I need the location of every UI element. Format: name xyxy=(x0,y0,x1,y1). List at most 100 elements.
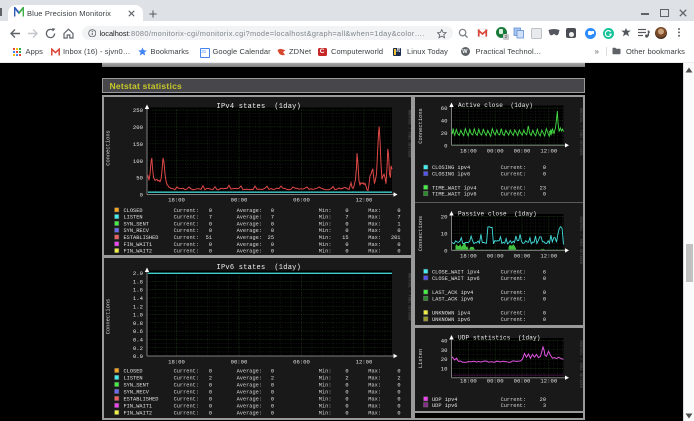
svg-text:CLOSE_WAIT ipv4: CLOSE_WAIT ipv4 xyxy=(432,269,480,275)
svg-text:RRDTOOL / TOBI OETIKER: RRDTOOL / TOBI OETIKER xyxy=(578,108,583,156)
svg-text:00:00: 00:00 xyxy=(486,377,503,384)
svg-text:SYN_RECV: SYN_RECV xyxy=(124,389,150,395)
svg-text:12:00: 12:00 xyxy=(540,377,557,384)
svg-text:UDP ipv6: UDP ipv6 xyxy=(432,402,457,408)
svg-text:Max:: Max: xyxy=(368,221,381,227)
svg-text:18:00: 18:00 xyxy=(168,196,185,203)
svg-text:0.8: 0.8 xyxy=(133,319,143,326)
svg-text:Current:: Current: xyxy=(500,172,525,178)
svg-text:0: 0 xyxy=(271,242,274,248)
svg-text:Max:: Max: xyxy=(368,228,381,234)
svg-text:0: 0 xyxy=(345,221,348,227)
svg-text:Connections: Connections xyxy=(418,215,424,251)
svg-text:10: 10 xyxy=(440,365,447,372)
svg-text:FIN_WAIT2: FIN_WAIT2 xyxy=(124,410,153,416)
svg-text:0: 0 xyxy=(397,396,400,402)
svg-text:UNKNOWN ipv4: UNKNOWN ipv4 xyxy=(432,310,470,316)
svg-text:RRDTOOL / TOBI OETIKER: RRDTOOL / TOBI OETIKER xyxy=(407,110,412,158)
svg-text:Average:: Average: xyxy=(237,375,262,381)
svg-text:0: 0 xyxy=(209,249,212,255)
svg-text:Current:: Current: xyxy=(174,215,199,221)
svg-text:LAST_ACK ipv6: LAST_ACK ipv6 xyxy=(432,296,473,302)
svg-text:0: 0 xyxy=(271,389,274,395)
svg-text:Average:: Average: xyxy=(237,249,262,255)
svg-text:Average:: Average: xyxy=(237,242,262,248)
svg-text:LISTEN: LISTEN xyxy=(124,375,143,381)
svg-text:Current:: Current: xyxy=(174,368,199,374)
svg-text:7: 7 xyxy=(209,215,212,221)
svg-text:RRDTOOL / TOBI OETIKER: RRDTOOL / TOBI OETIKER xyxy=(578,216,583,264)
svg-text:Min:: Min: xyxy=(319,221,332,227)
svg-text:3: 3 xyxy=(542,402,545,408)
svg-text:Current:: Current: xyxy=(500,275,525,281)
svg-text:SYN_SENT: SYN_SENT xyxy=(124,382,149,388)
svg-text:00:00: 00:00 xyxy=(486,147,503,154)
svg-text:0: 0 xyxy=(542,310,545,316)
svg-text:Max:: Max: xyxy=(368,389,381,395)
svg-text:2.0: 2.0 xyxy=(133,270,144,277)
svg-text:CLOSING ipv6: CLOSING ipv6 xyxy=(432,172,470,178)
svg-text:CLOSING ipv4: CLOSING ipv4 xyxy=(432,165,470,171)
svg-text:Current:: Current: xyxy=(500,165,525,171)
svg-text:0: 0 xyxy=(271,403,274,409)
svg-text:ESTABLISHED: ESTABLISHED xyxy=(124,235,159,241)
svg-text:06:00: 06:00 xyxy=(513,147,530,154)
svg-text:Average:: Average: xyxy=(237,228,262,234)
svg-text:1.6: 1.6 xyxy=(133,286,143,293)
svg-text:Current:: Current: xyxy=(174,249,199,255)
svg-text:Min:: Min: xyxy=(319,403,332,409)
svg-text:1.0: 1.0 xyxy=(133,311,144,318)
svg-text:6: 6 xyxy=(542,269,545,275)
svg-text:IPv6 states (1day): IPv6 states (1day) xyxy=(217,263,302,271)
svg-text:1: 1 xyxy=(397,221,400,227)
svg-text:0: 0 xyxy=(271,208,274,214)
svg-text:0.6: 0.6 xyxy=(133,328,143,335)
svg-text:0: 0 xyxy=(542,165,545,171)
svg-text:Current:: Current: xyxy=(174,396,199,402)
svg-text:Current:: Current: xyxy=(174,389,199,395)
svg-text:Min:: Min: xyxy=(319,249,332,255)
svg-text:0: 0 xyxy=(397,249,400,255)
svg-text:0.4: 0.4 xyxy=(133,336,144,343)
svg-text:ESTABLISHED: ESTABLISHED xyxy=(124,396,159,402)
svg-text:Current:: Current: xyxy=(174,382,199,388)
svg-text:0: 0 xyxy=(542,289,545,295)
svg-text:00:00: 00:00 xyxy=(231,358,248,365)
svg-text:Current:: Current: xyxy=(174,208,199,214)
svg-text:18:00: 18:00 xyxy=(168,358,185,365)
svg-text:Current:: Current: xyxy=(500,310,525,316)
svg-text:Current:: Current: xyxy=(174,410,199,416)
svg-text:Listen: Listen xyxy=(418,348,424,367)
svg-text:Average:: Average: xyxy=(237,396,262,402)
svg-text:0: 0 xyxy=(345,228,348,234)
svg-text:250: 250 xyxy=(133,107,144,114)
svg-text:18:00: 18:00 xyxy=(460,147,477,154)
svg-text:60: 60 xyxy=(440,105,447,112)
svg-text:RRDTOOL / TOBI OETIKER: RRDTOOL / TOBI OETIKER xyxy=(407,273,412,321)
svg-text:0: 0 xyxy=(209,221,212,227)
svg-text:0: 0 xyxy=(209,396,212,402)
svg-text:Connections: Connections xyxy=(106,130,112,166)
svg-text:0: 0 xyxy=(542,275,545,281)
svg-text:Max:: Max: xyxy=(368,382,381,388)
svg-text:06:00: 06:00 xyxy=(513,252,530,259)
svg-text:0.0: 0.0 xyxy=(133,353,144,360)
svg-text:150: 150 xyxy=(133,141,144,148)
svg-text:Current:: Current: xyxy=(174,235,199,241)
svg-text:0: 0 xyxy=(209,242,212,248)
svg-text:CLOSED: CLOSED xyxy=(124,368,143,374)
svg-text:Current:: Current: xyxy=(174,221,199,227)
svg-text:12:00: 12:00 xyxy=(540,252,557,259)
svg-text:0: 0 xyxy=(271,368,274,374)
svg-text:Min:: Min: xyxy=(319,228,332,234)
svg-text:Connections: Connections xyxy=(418,108,424,144)
svg-text:12:00: 12:00 xyxy=(540,147,557,154)
svg-text:30: 30 xyxy=(440,346,447,353)
svg-text:Max:: Max: xyxy=(368,375,381,381)
svg-text:06:00: 06:00 xyxy=(513,377,530,384)
svg-text:Max:: Max: xyxy=(368,396,381,402)
svg-text:15: 15 xyxy=(342,235,348,241)
svg-text:Max:: Max: xyxy=(368,368,381,374)
svg-text:18:00: 18:00 xyxy=(460,252,477,259)
svg-text:UDP statistics (1day): UDP statistics (1day) xyxy=(458,334,541,341)
